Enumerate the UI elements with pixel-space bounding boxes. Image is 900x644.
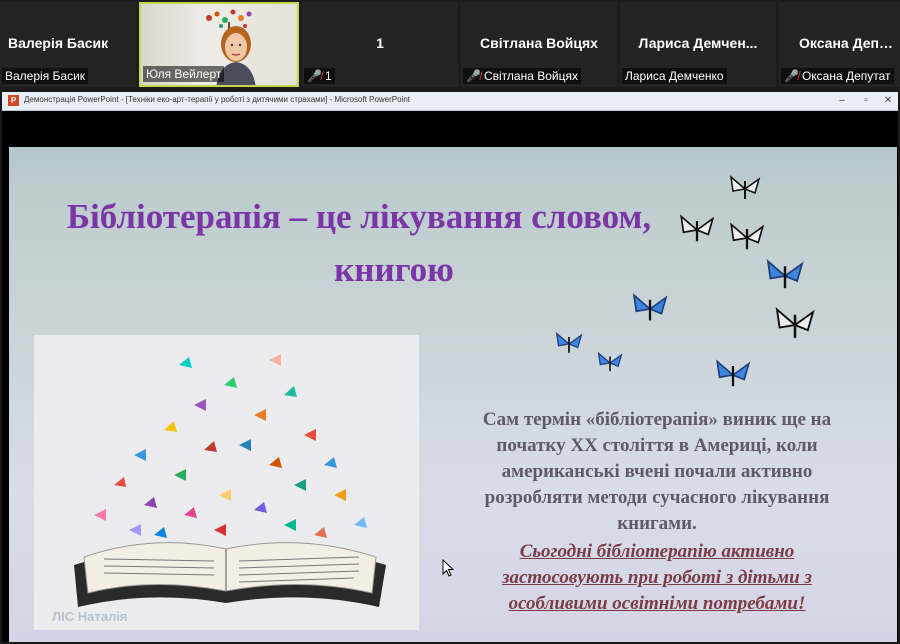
butterfly-icon xyxy=(775,307,815,338)
butterfly-icon xyxy=(632,293,668,321)
butterfly-icon xyxy=(680,214,715,242)
participant-display-name: Оксана Депутат xyxy=(799,35,900,51)
body-line: американські вчені почали активно xyxy=(501,461,813,482)
body-line: розробляти методи сучасного лікування xyxy=(484,487,830,508)
participant-tile[interactable]: Оксана Депутат 🎤̸ Оксана Депутат xyxy=(779,2,900,87)
emphasis-line: Сьогодні бібліотерапію активно xyxy=(519,541,795,562)
participant-tile[interactable]: Валерія Басик Валерія Басик xyxy=(0,2,136,87)
participant-caption-text: Юля Вейлерт xyxy=(146,67,222,81)
body-line: книгами. xyxy=(617,513,697,534)
participant-caption-text: Оксана Депутат xyxy=(801,69,891,83)
maximize-button[interactable]: ▫ xyxy=(858,94,874,107)
slide-emphasis-text: Сьогодні бібліотерапію активно застосову… xyxy=(437,539,877,617)
window-titlebar: P Демонстрація PowerPoint - [Техніки еко… xyxy=(2,92,898,111)
butterfly-icon xyxy=(729,175,761,199)
book-butterflies-image: ЛІС Наталія xyxy=(34,335,419,630)
participant-tile[interactable]: Світлана Войцях 🎤̸ Світлана Войцях xyxy=(461,2,617,87)
slide-title-line-2: книгою xyxy=(334,250,454,289)
slide-body-text: Сам термін «бібліотерапія» виник ще на п… xyxy=(437,407,877,537)
participant-caption-text: Лариса Демченко xyxy=(625,69,724,83)
participant-video-tile[interactable]: Юля Вейлерт xyxy=(139,2,299,87)
emphasis-line: застосовують при роботі з дітьми з xyxy=(502,567,812,588)
participant-strip: Валерія Басик Валерія Басик Юля Вейлерт … xyxy=(0,0,900,89)
muted-mic-icon: 🎤̸ xyxy=(307,69,322,83)
body-line: Сам термін «бібліотерапія» виник ще на xyxy=(482,409,832,430)
butterfly-icon xyxy=(730,222,765,250)
butterfly-icon xyxy=(716,359,751,387)
participant-caption: 🎤̸ 1 xyxy=(304,68,335,84)
participant-caption-text: 1 xyxy=(324,69,332,83)
image-watermark: ЛІС Наталія xyxy=(52,609,128,624)
body-line: початку XX століття в Америці, коли xyxy=(496,435,818,456)
participant-caption: Лариса Демченко xyxy=(622,68,727,84)
participant-caption: 🎤̸ Оксана Депутат xyxy=(781,68,894,84)
muted-mic-icon: 🎤̸ xyxy=(784,69,799,83)
participant-display-name: Лариса Демчен... xyxy=(638,35,758,51)
window-title: Демонстрація PowerPoint - [Техніки еко-а… xyxy=(24,95,411,104)
participant-display-name: 1 xyxy=(376,35,384,51)
mouse-cursor-icon xyxy=(442,559,454,577)
butterfly-icon xyxy=(555,331,583,353)
slide-title-line-1: Бібліотерапія – це лікування словом, xyxy=(66,197,652,236)
butterfly-icon xyxy=(766,259,804,289)
close-button[interactable]: ✕ xyxy=(880,94,896,107)
participant-caption: Валерія Басик xyxy=(2,68,89,84)
emphasis-line: особливими освітніми потребами! xyxy=(508,593,806,614)
participant-caption-text: Світлана Войцях xyxy=(483,69,578,83)
powerpoint-icon: P xyxy=(8,95,19,106)
participant-display-name: Валерія Басик xyxy=(8,35,109,51)
participant-caption-text: Валерія Басик xyxy=(5,69,86,83)
participant-tile[interactable]: 1 🎤̸ 1 xyxy=(302,2,458,87)
book-illustration xyxy=(34,335,419,630)
participant-caption: Юля Вейлерт xyxy=(143,66,225,82)
participant-caption: 🎤̸ Світлана Войцях xyxy=(463,68,581,84)
muted-mic-icon: 🎤̸ xyxy=(466,69,481,83)
butterfly-icon xyxy=(597,351,623,372)
minimize-button[interactable]: – xyxy=(834,94,850,107)
participant-tile[interactable]: Лариса Демчен... Лариса Демченко xyxy=(620,2,776,87)
participant-display-name: Світлана Войцях xyxy=(480,35,598,51)
